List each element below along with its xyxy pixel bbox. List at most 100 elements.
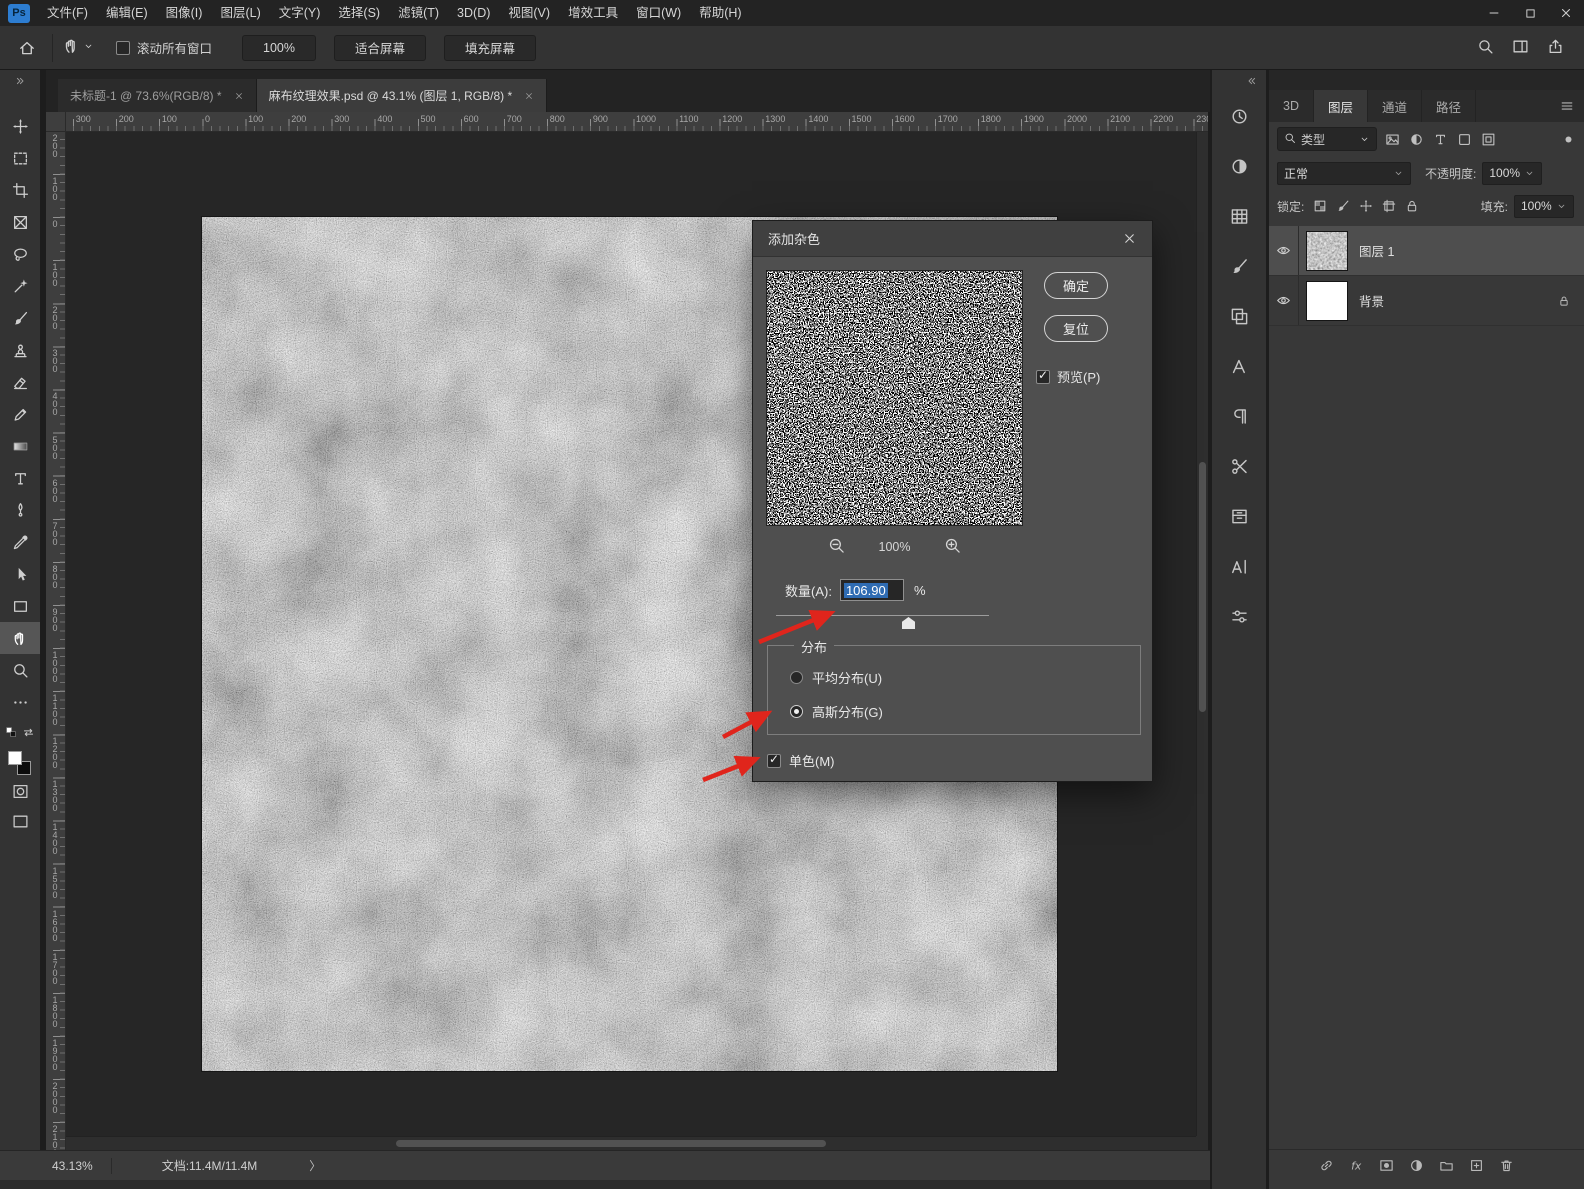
minimize-button[interactable] xyxy=(1476,0,1512,26)
menu-item-3[interactable]: 图层(L) xyxy=(211,0,269,26)
layer-mask-button[interactable] xyxy=(1379,1158,1394,1173)
zoom-out-icon[interactable] xyxy=(828,537,845,557)
amount-slider[interactable] xyxy=(776,613,989,631)
preview-checkbox[interactable]: 预览(P) xyxy=(1036,367,1100,386)
layer-style-button[interactable]: fx xyxy=(1349,1158,1364,1173)
gradient-tool[interactable] xyxy=(0,430,40,462)
panel-menu-button[interactable] xyxy=(1560,90,1584,122)
ok-button[interactable]: 确定 xyxy=(1044,272,1108,299)
checkbox-box[interactable] xyxy=(767,752,781,768)
libraries-panel-icon[interactable] xyxy=(1226,504,1252,528)
panel-tab-layers[interactable]: 图层 xyxy=(1313,90,1368,122)
layer-name[interactable]: 背景 xyxy=(1359,291,1384,310)
panel-tab-paths[interactable]: 路径 xyxy=(1422,90,1477,122)
toolbar-expand-button[interactable] xyxy=(0,70,40,92)
annotate-panel-icon[interactable] xyxy=(1226,454,1252,478)
color-swatches[interactable] xyxy=(7,750,33,776)
workspace-layout-icon[interactable] xyxy=(1512,38,1529,58)
menu-item-4[interactable]: 文字(Y) xyxy=(270,0,330,26)
lock-position-icon[interactable] xyxy=(1359,199,1373,213)
close-window-button[interactable] xyxy=(1548,0,1584,26)
edit-toolbar[interactable] xyxy=(0,686,40,718)
menu-item-2[interactable]: 图像(I) xyxy=(157,0,212,26)
clone-stamp-tool[interactable] xyxy=(0,334,40,366)
status-zoom-field[interactable]: 43.13% xyxy=(52,1159,93,1173)
character-panel-icon[interactable] xyxy=(1226,354,1252,378)
slider-track[interactable] xyxy=(776,615,989,616)
color-panel-icon[interactable] xyxy=(1226,154,1252,178)
filter-adjustment-icon[interactable] xyxy=(1409,132,1424,147)
menu-item-9[interactable]: 增效工具 xyxy=(559,0,627,26)
layer-visibility-toggle[interactable] xyxy=(1269,226,1299,275)
layer-row-0[interactable]: 图层 1 xyxy=(1269,226,1584,276)
checkbox-box[interactable] xyxy=(116,40,130,55)
gaussian-distribution-radio[interactable]: 高斯分布(G) xyxy=(790,702,883,721)
filter-pixel-icon[interactable] xyxy=(1385,132,1400,147)
panel-tab-channels[interactable]: 通道 xyxy=(1368,90,1423,122)
lock-pixels-icon[interactable] xyxy=(1336,199,1350,213)
radio-circle[interactable] xyxy=(790,671,803,684)
fit-screen-button[interactable]: 适合屏幕 xyxy=(334,34,427,61)
frame-tool[interactable] xyxy=(0,206,40,238)
menu-item-10[interactable]: 窗口(W) xyxy=(627,0,690,26)
rectangular-marquee-tool[interactable] xyxy=(0,142,40,174)
share-icon[interactable] xyxy=(1547,38,1564,58)
menu-item-8[interactable]: 视图(V) xyxy=(499,0,559,26)
swap-colors-icon[interactable] xyxy=(22,726,35,742)
menu-item-1[interactable]: 编辑(E) xyxy=(97,0,157,26)
layer-name[interactable]: 图层 1 xyxy=(1359,241,1394,260)
home-icon[interactable] xyxy=(12,39,42,57)
glyphs-panel-icon[interactable] xyxy=(1226,554,1252,578)
clone-source-panel-icon[interactable] xyxy=(1226,304,1252,328)
tab-close-icon[interactable] xyxy=(234,91,244,101)
layer-row-1[interactable]: 背景 xyxy=(1269,276,1584,326)
crop-tool[interactable] xyxy=(0,174,40,206)
zoom-tool[interactable] xyxy=(0,654,40,686)
dialog-title-bar[interactable]: 添加杂色 xyxy=(753,221,1152,257)
maximize-button[interactable] xyxy=(1512,0,1548,26)
menu-item-5[interactable]: 选择(S) xyxy=(329,0,389,26)
screen-mode-button[interactable] xyxy=(0,806,40,836)
tab-close-icon[interactable] xyxy=(524,91,534,101)
search-icon[interactable] xyxy=(1477,38,1494,58)
new-group-button[interactable] xyxy=(1439,1158,1454,1173)
current-tool-button[interactable] xyxy=(63,37,94,58)
noise-preview[interactable] xyxy=(766,270,1023,526)
ruler-horizontal[interactable]: 300 200 100 0 100 200 300 400 500 600 700 800 900 100… xyxy=(66,112,1208,132)
layer-filter-type-dropdown[interactable]: 类型 xyxy=(1277,127,1377,151)
lasso-tool[interactable] xyxy=(0,238,40,270)
quick-mask-button[interactable] xyxy=(0,776,40,806)
pen-tool[interactable] xyxy=(0,494,40,526)
status-menu-chevron[interactable]: 〉 xyxy=(309,1157,321,1174)
lock-transparency-icon[interactable] xyxy=(1313,199,1327,213)
lock-artboard-icon[interactable] xyxy=(1382,199,1396,213)
blend-mode-dropdown[interactable]: 正常 xyxy=(1277,161,1411,185)
menu-item-6[interactable]: 滤镜(T) xyxy=(389,0,448,26)
radio-circle[interactable] xyxy=(790,705,803,718)
layer-visibility-toggle[interactable] xyxy=(1269,276,1299,325)
adjustments-panel-icon[interactable] xyxy=(1226,604,1252,628)
menu-item-7[interactable]: 3D(D) xyxy=(448,0,499,26)
amount-input[interactable]: 106.90 xyxy=(839,579,904,601)
layer-thumbnail[interactable] xyxy=(1306,280,1348,321)
lock-all-icon[interactable] xyxy=(1405,199,1419,213)
filter-shape-icon[interactable] xyxy=(1457,132,1472,147)
document-tab-1[interactable]: 麻布纹理效果.psd @ 43.1% (图层 1, RGB/8) * xyxy=(256,79,548,112)
checkbox-box[interactable] xyxy=(1036,368,1050,384)
path-selection-tool[interactable] xyxy=(0,558,40,590)
new-layer-button[interactable] xyxy=(1469,1158,1484,1173)
history-brush-tool[interactable] xyxy=(0,398,40,430)
filter-smart-object-icon[interactable] xyxy=(1481,132,1496,147)
opacity-dropdown[interactable]: 100% xyxy=(1482,161,1543,185)
type-tool[interactable] xyxy=(0,462,40,494)
scroll-all-windows-checkbox[interactable]: 滚动所有窗口 xyxy=(116,38,212,57)
slider-thumb[interactable] xyxy=(902,617,915,629)
eraser-tool[interactable] xyxy=(0,366,40,398)
monochromatic-checkbox[interactable]: 单色(M) xyxy=(767,751,835,770)
history-panel-icon[interactable] xyxy=(1226,104,1252,128)
brush-settings-panel-icon[interactable] xyxy=(1226,254,1252,278)
brush-tool[interactable] xyxy=(0,302,40,334)
filter-type-icon[interactable] xyxy=(1433,132,1448,147)
foreground-color[interactable] xyxy=(8,751,22,765)
dialog-close-button[interactable] xyxy=(1122,231,1137,246)
